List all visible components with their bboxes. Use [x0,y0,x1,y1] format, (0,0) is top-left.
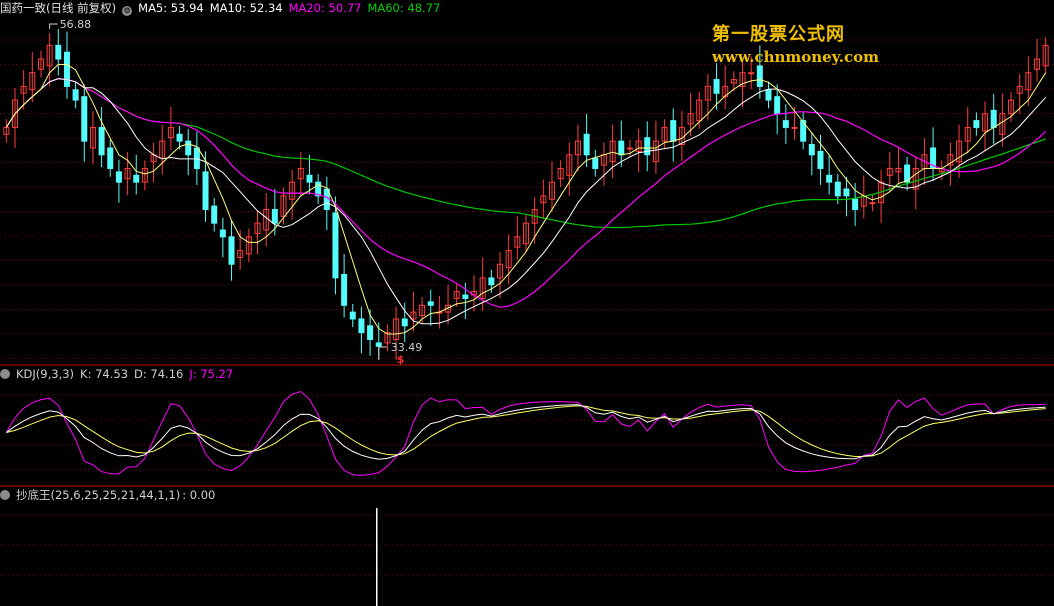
candle-body [843,188,850,197]
candle-body [332,212,339,279]
candle-body [791,126,798,129]
candle-body [115,171,122,183]
signal-marker: $ [397,353,405,366]
ma60-label: MA60: 48.77 [367,1,441,15]
ma10-label: MA10: 52.34 [209,1,283,15]
candle-body [193,147,200,169]
kdj-j-label: J: 75.27 [189,367,234,381]
candle-body [72,89,79,101]
candle-body [427,301,434,306]
kdj-d-line [6,405,1046,458]
candle-body [713,79,720,94]
candle-body [488,277,495,286]
bottom-panel-header: 抄底王(25,6,25,25,21,44,1,1): 0.00 [0,487,221,503]
candle-body [358,318,365,334]
candle-body [592,157,599,169]
candle-body [176,133,183,142]
candle-body [462,294,469,299]
candle-body [271,209,278,224]
candle-body [852,198,859,211]
candle-body [63,51,70,87]
candle-body [228,236,235,265]
candle-body [826,174,833,183]
candle-body [817,150,824,169]
candle-body [670,120,677,142]
kdj-settings-icon[interactable] [0,369,10,379]
candle-body [869,202,876,205]
candle-body [349,311,356,320]
candle-body [973,120,980,128]
candle-body [341,274,348,306]
candle-body [782,120,789,128]
indicator-title: 抄底王(25,6,25,25,21,44,1,1) [16,488,181,502]
indicator-value: : 0.00 [182,488,216,502]
stock-title: 国药一致(日线 前复权) [0,1,117,15]
candle-body [618,140,625,156]
candle-body [756,65,763,87]
candle-body [644,137,651,156]
candle-body [626,147,633,150]
candle-body [185,140,192,156]
low-marker [378,346,387,360]
candle-body [748,72,755,75]
candle-body [765,89,772,101]
candle-body [81,96,88,142]
indicator-settings-icon[interactable] [0,490,10,500]
candle-body [774,96,781,115]
watermark-url: www.chnmoney.com [712,48,879,66]
candle-body [133,174,140,183]
watermark-title: 第一股票公式网 [712,24,845,45]
kdj-panel-header: KDJ(9,3,3) K: 74.53 D: 74.16 J: 75.27 [0,366,239,382]
candle-body [306,174,313,183]
candle-body [990,109,997,128]
candle-body [55,44,62,60]
ma5-line [5,64,1047,335]
candle-body [808,144,815,156]
kdj-j-line [5,390,1046,476]
candle-body [367,325,374,340]
candle-body [202,171,209,211]
kdj-k-label: K: 74.53 [80,367,129,381]
main-panel-header: 国药一致(日线 前复权) ⚙ MA5: 53.94 MA10: 52.34 MA20: … [0,0,446,16]
low-label: 33.49 [391,341,423,354]
candle-body [219,229,226,238]
candle-body [401,318,408,327]
settings-circle-icon[interactable]: ⚙ [122,6,133,16]
kdj-k-line [6,404,1046,460]
high-label: 56.88 [60,18,92,31]
kdj-title: KDJ(9,3,3) [16,367,75,381]
candle-body [375,342,382,347]
candle-body [583,133,590,156]
high-marker [49,23,58,29]
ma5-label: MA5: 53.94 [138,1,204,15]
candle-body [211,205,218,224]
candle-body [98,126,105,156]
ma20-label: MA20: 50.77 [288,1,362,15]
candle-body [107,147,114,169]
ma10-line [5,78,1047,325]
stock-chart[interactable]: 56.88 33.49$ [0,0,1054,606]
kdj-d-label: D: 74.16 [134,367,184,381]
candle-body [834,181,841,197]
